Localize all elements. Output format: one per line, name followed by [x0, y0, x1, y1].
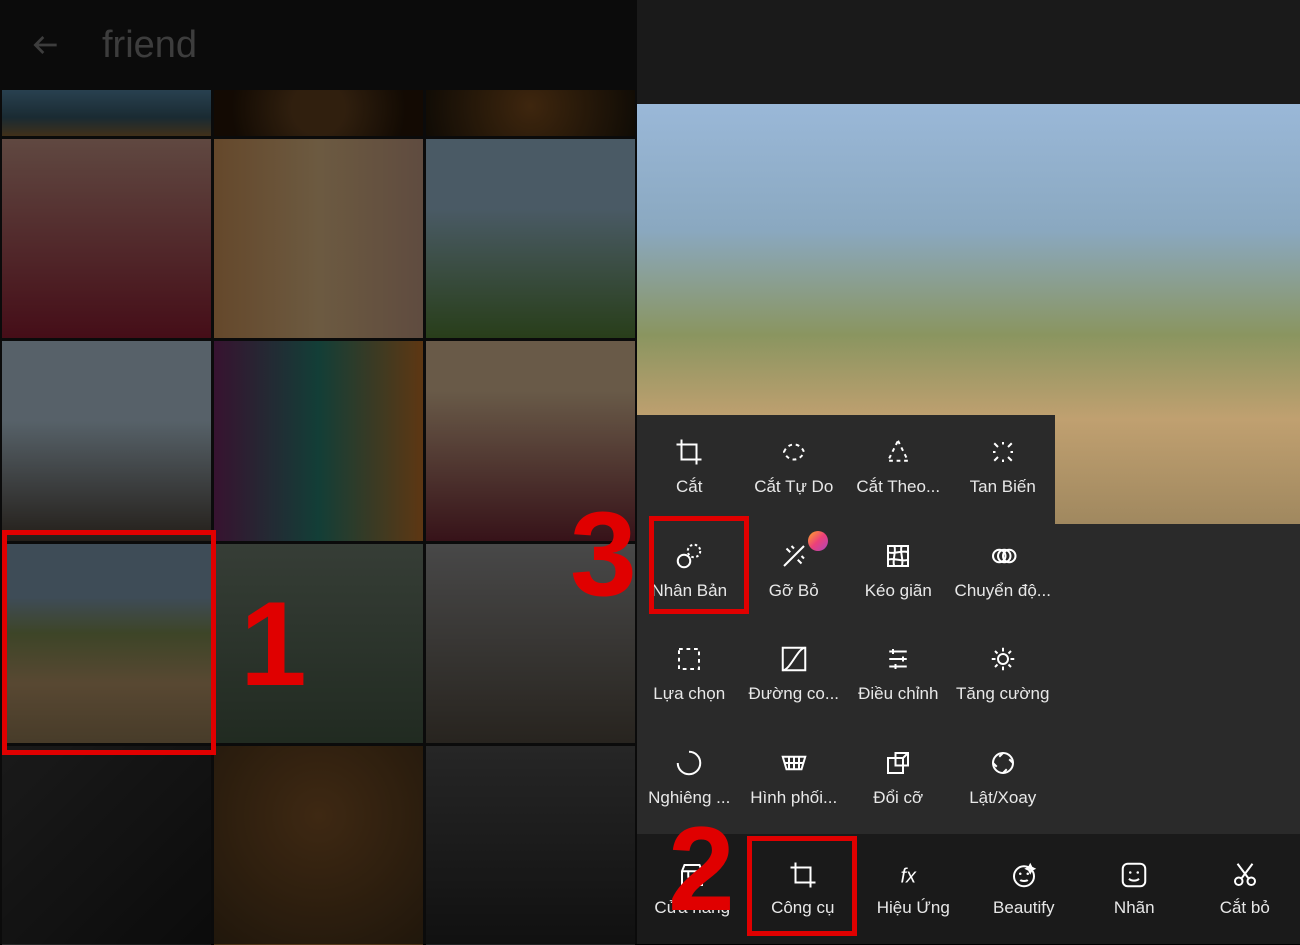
tool-label: Nhân Bản — [651, 581, 727, 601]
gallery-panel: friend 1 3 — [0, 0, 637, 944]
bottom-store[interactable]: Cửa hàng — [637, 860, 748, 918]
tool-free-crop[interactable]: Cắt Tự Do — [742, 415, 847, 519]
gallery-thumb[interactable] — [426, 139, 635, 338]
gallery-thumb[interactable] — [426, 90, 635, 136]
curves-icon — [779, 644, 809, 674]
enhance-icon — [988, 644, 1018, 674]
bottom-label: Cửa hàng — [654, 898, 730, 918]
tilt-shift-icon — [674, 748, 704, 778]
shape-crop-icon — [883, 437, 913, 467]
stretch-icon — [883, 541, 913, 571]
bottom-sticker[interactable]: Nhãn — [1079, 860, 1190, 918]
tool-label: Lật/Xoay — [969, 788, 1036, 808]
gallery-thumb[interactable] — [214, 90, 423, 136]
tool-label: Đổi cỡ — [873, 788, 923, 808]
bottom-label: Hiệu Ứng — [877, 898, 950, 918]
adjust-icon — [883, 644, 913, 674]
tool-motion[interactable]: Chuyển độ... — [951, 519, 1056, 623]
tool-label: Hình phối... — [750, 788, 837, 808]
gallery-thumb[interactable] — [214, 544, 423, 743]
bottom-label: Beautify — [993, 898, 1054, 918]
selection-icon — [674, 644, 704, 674]
gallery-header: friend — [0, 0, 637, 90]
gallery-thumb[interactable] — [214, 139, 423, 338]
tool-shape-crop[interactable]: Cắt Theo... — [846, 415, 951, 519]
tool-flip-rotate[interactable]: Lật/Xoay — [951, 726, 1056, 830]
tool-label: Tăng cường — [956, 684, 1049, 704]
clone-icon — [674, 541, 704, 571]
effects-icon: fx — [898, 860, 928, 890]
crop-icon — [674, 437, 704, 467]
svg-text:fx: fx — [901, 866, 918, 888]
tool-label: Đường co... — [748, 684, 839, 704]
gallery-thumb[interactable] — [2, 139, 211, 338]
tool-label: Chuyển độ... — [955, 581, 1051, 601]
cutout-icon — [1230, 860, 1260, 890]
store-icon — [677, 860, 707, 890]
gallery-thumb[interactable] — [2, 341, 211, 540]
tool-label: Cắt Tự Do — [754, 477, 833, 497]
tool-label: Nghiêng ... — [648, 788, 730, 808]
bottom-cutout[interactable]: Cắt bỏ — [1190, 860, 1300, 918]
tool-stretch[interactable]: Kéo giãn — [846, 519, 951, 623]
bottom-effects[interactable]: fx Hiệu Ứng — [858, 860, 969, 918]
gallery-thumb-selected[interactable] — [2, 544, 211, 743]
tool-curves[interactable]: Đường co... — [742, 623, 847, 727]
gallery-thumb[interactable] — [426, 544, 635, 743]
bottom-tools[interactable]: Công cụ — [748, 860, 859, 918]
tool-label: Cắt — [676, 477, 702, 497]
gallery-thumb[interactable] — [426, 341, 635, 540]
perspective-icon — [779, 748, 809, 778]
tool-resize[interactable]: Đổi cỡ — [846, 726, 951, 830]
bottom-beautify[interactable]: Beautify — [969, 860, 1080, 918]
tool-perspective[interactable]: Hình phối... — [742, 726, 847, 830]
tool-crop[interactable]: Cắt — [637, 415, 742, 519]
tool-adjust[interactable]: Điều chỉnh — [846, 623, 951, 727]
premium-badge-icon — [808, 531, 828, 551]
motion-icon — [988, 541, 1018, 571]
tool-clone[interactable]: Nhân Bản — [637, 519, 742, 623]
gallery-thumb[interactable] — [214, 746, 423, 945]
search-text[interactable]: friend — [102, 24, 197, 67]
tool-selection[interactable]: Lựa chọn — [637, 623, 742, 727]
tool-label: Cắt Theo... — [856, 477, 940, 497]
remove-icon — [779, 541, 809, 571]
gallery-grid — [0, 90, 637, 945]
tool-label: Kéo giãn — [865, 581, 932, 601]
tool-label: Điều chỉnh — [858, 684, 938, 704]
resize-icon — [883, 748, 913, 778]
bottom-label: Cắt bỏ — [1220, 898, 1270, 918]
tool-label: Lựa chọn — [653, 684, 725, 704]
editor-bottom-bar: Cửa hàng Công cụ fx Hiệu Ứng Beautify Nh… — [637, 834, 1300, 944]
tools-grid: Cắt Cắt Tự Do Cắt Theo... Tan Biến Nhân … — [637, 415, 1055, 830]
flip-rotate-icon — [988, 748, 1018, 778]
bottom-label: Nhãn — [1114, 898, 1155, 918]
gallery-thumb[interactable] — [426, 746, 635, 945]
sticker-icon — [1119, 860, 1149, 890]
gallery-thumb[interactable] — [2, 746, 211, 945]
tool-enhance[interactable]: Tăng cường — [951, 623, 1056, 727]
beautify-icon — [1009, 860, 1039, 890]
tool-label: Gỡ Bỏ — [769, 581, 819, 601]
tool-remove[interactable]: Gỡ Bỏ — [742, 519, 847, 623]
back-arrow-icon[interactable] — [30, 29, 62, 61]
dispersion-icon — [988, 437, 1018, 467]
tool-label: Tan Biến — [970, 477, 1036, 497]
gallery-thumb[interactable] — [214, 341, 423, 540]
bottom-label: Công cụ — [771, 898, 834, 918]
tools-icon — [788, 860, 818, 890]
free-crop-icon — [779, 437, 809, 467]
gallery-thumb[interactable] — [2, 90, 211, 136]
tool-dispersion[interactable]: Tan Biến — [951, 415, 1056, 519]
editor-top-bar — [637, 0, 1300, 104]
tool-tilt-shift[interactable]: Nghiêng ... — [637, 726, 742, 830]
